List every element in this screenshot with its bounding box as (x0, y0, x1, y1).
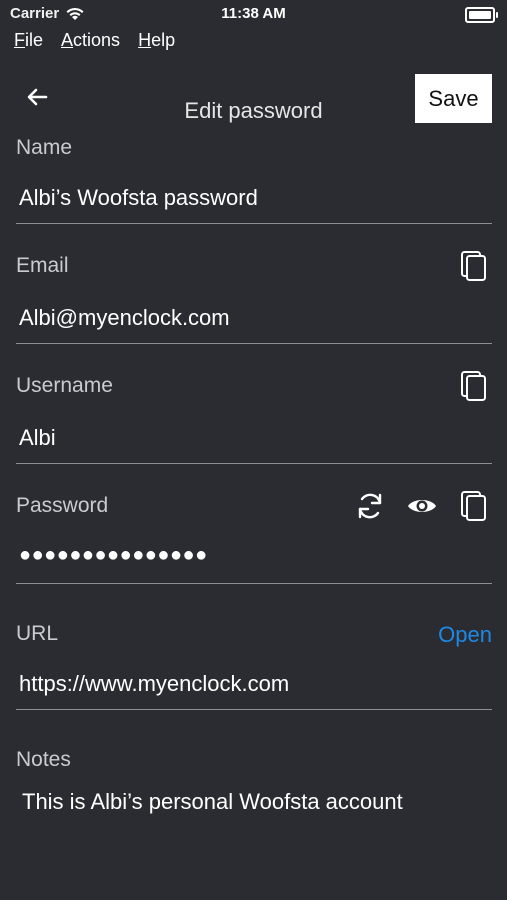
username-divider (16, 463, 492, 464)
save-button[interactable]: Save (415, 74, 492, 123)
notes-label: Notes (16, 748, 71, 771)
url-field: URL Open https://www.myenclock.com (16, 618, 492, 712)
eye-icon (408, 500, 436, 512)
open-url-link[interactable]: Open (438, 622, 492, 648)
email-field: Email Albi@myenclock.com (16, 250, 492, 346)
notes-field: Notes This is Albi’s personal Woofsta ac… (16, 744, 492, 824)
email-label: Email (16, 254, 69, 277)
refresh-icon (358, 493, 382, 519)
name-input[interactable]: Albi’s Woofsta password (19, 185, 258, 211)
username-input[interactable]: Albi (19, 425, 56, 451)
menu-bar: File Actions Help (14, 30, 175, 54)
url-label: URL (16, 622, 59, 645)
password-divider (16, 583, 492, 584)
name-label: Name (16, 136, 73, 159)
password-copy-button[interactable] (458, 490, 490, 522)
battery-icon (465, 7, 498, 23)
copy-icon (461, 491, 486, 521)
menu-actions[interactable]: Actions (61, 30, 120, 54)
status-time: 11:38 AM (221, 5, 286, 22)
menu-help[interactable]: Help (138, 30, 175, 54)
name-divider (16, 223, 492, 224)
copy-icon (461, 251, 486, 281)
url-divider (16, 709, 492, 710)
password-input[interactable]: ●●●●●●●●●●●●●●● (19, 544, 208, 567)
username-label: Username (16, 374, 113, 397)
url-input[interactable]: https://www.myenclock.com (19, 671, 289, 697)
username-copy-button[interactable] (458, 370, 490, 402)
generate-password-button[interactable] (354, 490, 386, 522)
status-bar: Carrier 11:38 AM (0, 0, 507, 30)
name-field: Name Albi’s Woofsta password (16, 132, 492, 226)
toggle-visibility-button[interactable] (406, 490, 438, 522)
email-input[interactable]: Albi@myenclock.com (19, 305, 230, 331)
menu-file[interactable]: File (14, 30, 43, 54)
password-label: Password (16, 494, 109, 517)
email-divider (16, 343, 492, 344)
username-field: Username Albi (16, 370, 492, 466)
password-field: Password ●●●●●●●●●●●●●●● (16, 490, 492, 586)
notes-input[interactable]: This is Albi’s personal Woofsta account (22, 789, 403, 815)
email-copy-button[interactable] (458, 250, 490, 282)
copy-icon (461, 371, 486, 401)
